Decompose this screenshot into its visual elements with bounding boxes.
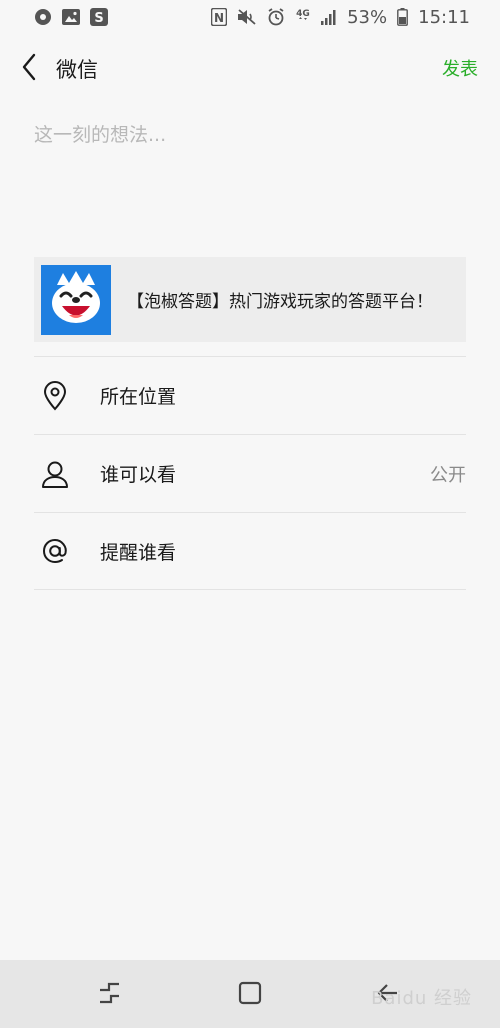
link-card-title: 【泡椒答题】热门游戏玩家的答题平台！ [127, 292, 433, 312]
battery-percentage: 53% [347, 6, 388, 28]
status-bar-right: N 4G 53% 15:11 [211, 7, 470, 28]
recent-apps-icon [97, 980, 123, 1010]
baidu-jingyan-watermark: Baidu 经验 [371, 988, 472, 1009]
signal-icon [321, 9, 337, 25]
publish-button[interactable]: 发表 [442, 55, 478, 81]
battery-icon [397, 8, 409, 26]
option-visibility[interactable]: 谁可以看 公开 [34, 434, 466, 512]
sogou-icon: S [90, 8, 108, 26]
wechat-moments-compose-screen: S N 4G 53% 15:11 微信 发表 这一刻的想法... 【泡椒答题】热… [0, 0, 500, 1028]
person-icon [40, 459, 70, 489]
chevron-left-icon [21, 53, 37, 85]
home-button[interactable] [235, 980, 265, 1010]
status-bar: S N 4G 53% 15:11 [0, 0, 500, 34]
system-navigation-bar: Baidu 经验 [0, 960, 500, 1028]
option-location-label: 所在位置 [100, 386, 177, 408]
header: 微信 发表 [0, 34, 500, 102]
link-thumbnail [41, 264, 111, 335]
gallery-icon [62, 9, 80, 25]
nfc-icon: N [211, 8, 228, 26]
svg-text:N: N [214, 11, 224, 25]
option-visibility-label: 谁可以看 [100, 464, 177, 486]
cartoon-face-logo-icon [43, 265, 109, 335]
recent-apps-button[interactable] [95, 980, 125, 1010]
option-visibility-value: 公开 [430, 464, 466, 486]
location-pin-icon [40, 380, 70, 411]
svg-text:4G: 4G [296, 9, 310, 19]
at-icon [40, 536, 70, 566]
alarm-icon [267, 8, 285, 26]
status-bar-left: S [34, 8, 108, 26]
options-list: 所在位置 谁可以看 公开 提醒谁看 [34, 356, 466, 590]
option-mention-label: 提醒谁看 [100, 541, 177, 564]
mute-icon [237, 8, 257, 26]
svg-text:S: S [94, 11, 103, 26]
location-sync-icon [34, 8, 52, 26]
option-mention[interactable]: 提醒谁看 [34, 512, 466, 590]
option-location[interactable]: 所在位置 [34, 356, 466, 434]
back-button[interactable] [14, 52, 44, 86]
shared-link-card[interactable]: 【泡椒答题】热门游戏玩家的答题平台！ [34, 257, 466, 342]
moment-text-input[interactable] [34, 120, 466, 230]
clock: 15:11 [418, 6, 470, 28]
4g-icon: 4G [295, 7, 311, 27]
page-title: 微信 [56, 58, 98, 82]
home-square-icon [237, 980, 263, 1010]
